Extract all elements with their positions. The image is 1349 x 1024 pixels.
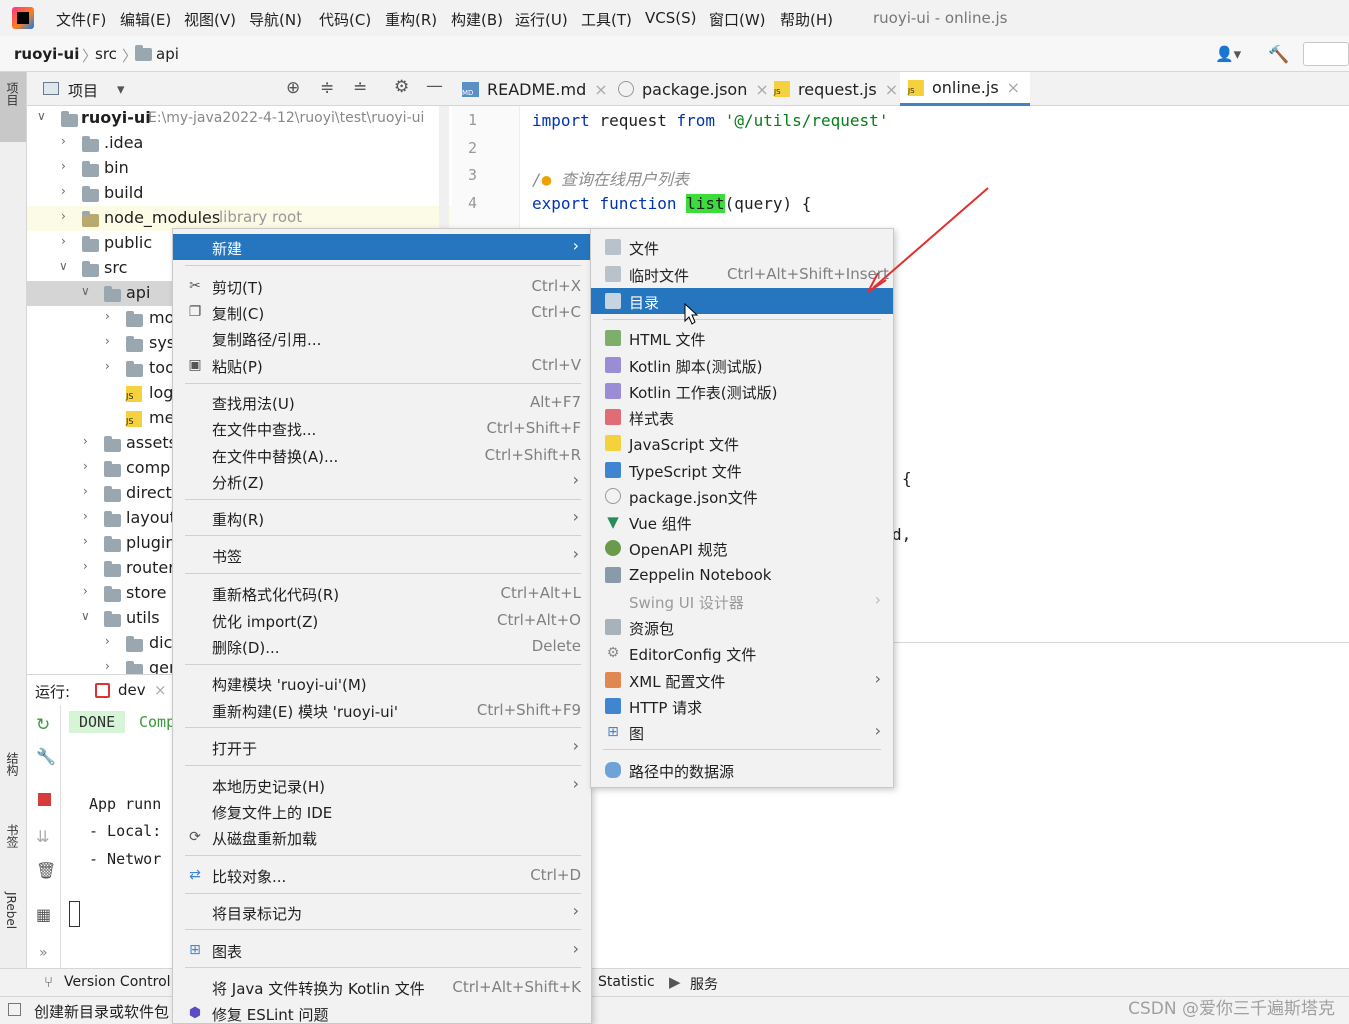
mouse-cursor-icon: [684, 302, 699, 325]
watermark: CSDN @爱你三千遍斯塔克: [1128, 999, 1335, 1019]
overlay-annotations: [684, 187, 989, 325]
annotation-arrow: [872, 187, 989, 289]
